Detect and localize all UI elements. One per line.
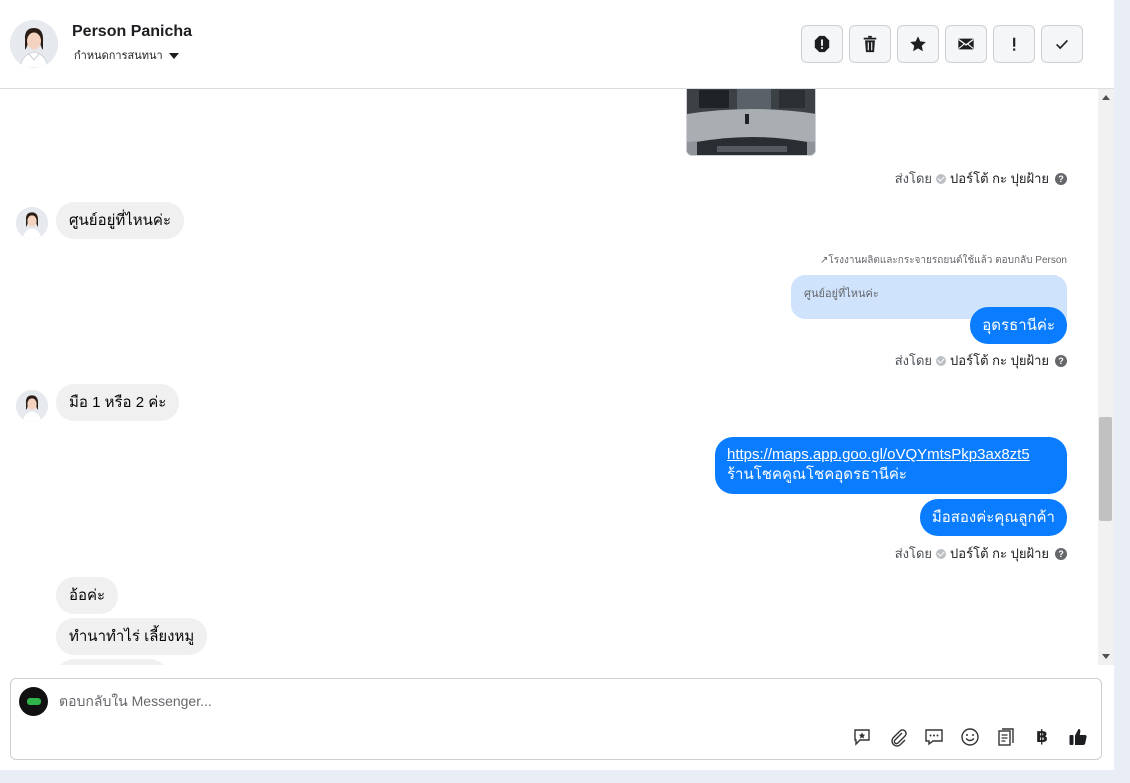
baht-icon[interactable]: ฿ xyxy=(1031,726,1053,748)
outgoing-message[interactable]: มือสองค่ะคุณลูกค้า xyxy=(919,499,1067,536)
conversation-header: Person Panicha กำหนดการสนทนา xyxy=(0,0,1114,89)
mark-done-button[interactable] xyxy=(1041,25,1083,63)
contact-avatar-small xyxy=(16,390,48,422)
help-icon[interactable]: ? xyxy=(1055,354,1067,367)
agent-name: ปอร์โต้ กะ ปุยฝ้าย xyxy=(950,546,1049,561)
help-icon[interactable]: ? xyxy=(1055,172,1067,185)
check-icon xyxy=(1056,39,1068,50)
scroll-up-arrow-icon[interactable] xyxy=(1102,95,1110,100)
sent-by-label: ส่งโดย ปอร์โต้ กะ ปุยฝ้าย ? xyxy=(895,350,1067,371)
exclamation-icon xyxy=(1013,37,1016,51)
agent-name: ปอร์โต้ กะ ปุยฝ้าย xyxy=(950,171,1049,186)
agent-name: ปอร์โต้ กะ ปุยฝ้าย xyxy=(950,353,1049,368)
star-icon xyxy=(910,36,926,52)
saved-reply-button[interactable] xyxy=(851,726,873,748)
contact-avatar[interactable] xyxy=(10,20,58,68)
maps-link[interactable]: https://maps.app.goo.gl/oVQYmtsPkp3ax8zt… xyxy=(727,445,1055,465)
like-icon xyxy=(1069,729,1087,745)
delete-button[interactable] xyxy=(849,25,891,63)
assign-label: กำหนดการสนทนา xyxy=(74,50,163,62)
follow-up-button[interactable] xyxy=(993,25,1035,63)
incoming-message-partial[interactable] xyxy=(56,659,168,665)
notes-button[interactable] xyxy=(995,726,1017,748)
message-scrollbar[interactable] xyxy=(1098,89,1114,665)
incoming-message[interactable]: ศูนย์อยู่ที่ไหนค่ะ xyxy=(56,202,185,239)
outgoing-message-with-link[interactable]: https://maps.app.goo.gl/oVQYmtsPkp3ax8zt… xyxy=(715,437,1067,494)
sent-by-prefix: ส่งโดย xyxy=(894,546,933,561)
contact-avatar-small xyxy=(16,207,48,239)
message-list[interactable]: ส่งโดย ปอร์โต้ กะ ปุยฝ้าย ? ศูนย์อยู่ที่… xyxy=(0,89,1098,665)
emoji-button[interactable] xyxy=(959,726,981,748)
sent-by-label: ส่งโดย ปอร์โต้ กะ ปุยฝ้าย ? xyxy=(895,168,1067,189)
trash-icon xyxy=(863,35,877,53)
outgoing-message[interactable]: อุดรธานีค่ะ xyxy=(970,307,1067,344)
reply-input[interactable] xyxy=(59,693,1079,709)
reply-note: ↗โรงงานผลิตและกระจายรถยนต์ใช้แล้ว ตอบกลั… xyxy=(820,255,1067,266)
scroll-down-arrow-icon[interactable] xyxy=(1102,654,1110,659)
incoming-message[interactable]: มือ 1 หรือ 2 ค่ะ xyxy=(56,384,180,421)
spam-icon xyxy=(814,35,830,53)
conversation-panel: Person Panicha กำหนดการสนทนา ส่งโดย ปอร์… xyxy=(0,0,1114,770)
star-button[interactable] xyxy=(897,25,939,63)
image-attachment[interactable] xyxy=(686,89,816,156)
sent-by-label: ส่งโดย ปอร์โต้ กะ ปุยฝ้าย ? xyxy=(895,543,1067,564)
composer-tools: ฿ xyxy=(851,726,1089,748)
like-button[interactable] xyxy=(1067,726,1089,748)
reply-composer: ฿ xyxy=(10,678,1102,760)
sent-by-prefix: ส่งโดย xyxy=(894,171,933,186)
link-caption: ร้านโชคคูณโชคอุดรธานีค่ะ xyxy=(727,466,907,483)
mail-icon xyxy=(958,38,974,50)
help-icon[interactable]: ? xyxy=(1055,547,1067,560)
chat-button[interactable] xyxy=(923,726,945,748)
chat-icon xyxy=(925,729,943,746)
contact-name: Person Panicha xyxy=(72,23,193,40)
caret-down-icon xyxy=(168,52,179,59)
incoming-message[interactable]: ทำนาทำไร่ เลี้ยงหมู xyxy=(56,618,208,655)
page-avatar xyxy=(19,687,48,716)
header-actions xyxy=(801,25,1083,63)
verified-check-icon xyxy=(936,173,947,184)
mark-unread-button[interactable] xyxy=(945,25,987,63)
verified-check-icon xyxy=(936,355,947,366)
emoji-icon xyxy=(961,728,979,746)
notes-icon xyxy=(998,728,1014,746)
sent-by-prefix: ส่งโดย xyxy=(894,353,933,368)
saved-reply-icon xyxy=(854,729,870,746)
incoming-message[interactable]: อ้อค่ะ xyxy=(56,577,119,614)
page-footer-strip xyxy=(0,770,1130,783)
verified-check-icon xyxy=(936,548,947,559)
attach-button[interactable] xyxy=(887,726,909,748)
mark-spam-button[interactable] xyxy=(801,25,843,63)
attach-icon xyxy=(891,729,907,747)
scrollbar-thumb[interactable] xyxy=(1099,417,1112,521)
assign-conversation-dropdown[interactable]: กำหนดการสนทนา xyxy=(74,46,179,64)
